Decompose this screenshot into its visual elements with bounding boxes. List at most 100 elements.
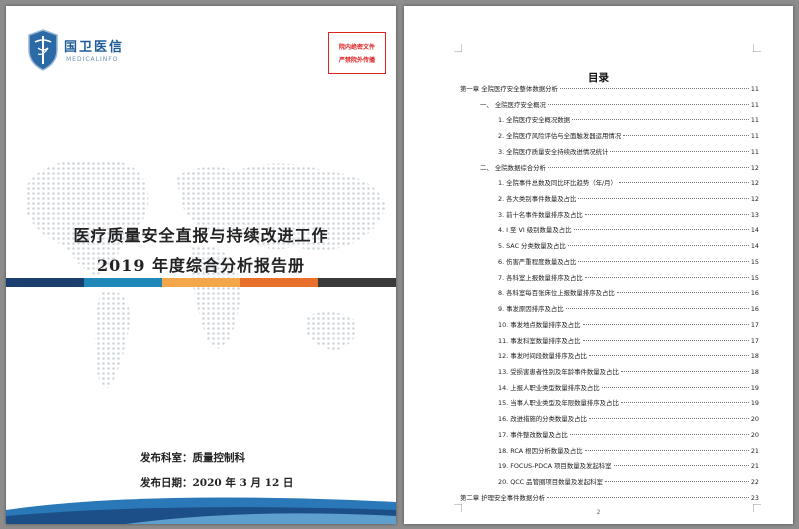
toc-entry[interactable]: 12. 事发时间段数量排序及占比 18 — [460, 349, 759, 365]
toc-leader-dots — [588, 355, 749, 357]
toc-leader-dots — [578, 260, 749, 262]
toc-entry-page: 14 — [750, 242, 759, 251]
toc-leader-dots — [569, 433, 749, 435]
toc-entry-page: 15 — [750, 273, 759, 282]
toc-entry-page: 21 — [750, 446, 759, 455]
toc-entry-label: 6. 伤害严重程度数量及占比 — [498, 257, 577, 266]
toc-entry[interactable]: 20. QCC 品管圈项目数量及发起科室 22 — [460, 475, 759, 491]
toc-leader-dots — [610, 150, 749, 152]
toc-entry-label: 9. 事发原因排序及占比 — [498, 305, 564, 314]
toc-entry-page: 12 — [750, 195, 759, 204]
toc-entry[interactable]: 3. 前十名事件数量排序及占比 13 — [460, 208, 759, 224]
strip-segment — [84, 278, 162, 287]
logo-subtext: MEDICALINFO — [66, 56, 119, 63]
toc-leader-dots — [567, 245, 749, 247]
toc-entry[interactable]: 4. I 至 VI 级别数量及占比 14 — [460, 223, 759, 239]
corner-mark — [454, 44, 462, 52]
toc-entry-label: 2. 各大类别事件数量及占比 — [498, 195, 577, 204]
toc-entry-page: 22 — [750, 477, 759, 486]
toc-entry[interactable]: 一、 全院医疗安全概况 11 — [460, 98, 759, 114]
toc-entry-page: 11 — [750, 132, 759, 141]
toc-leader-dots — [547, 166, 749, 168]
toc-entry[interactable]: 第一章 全院医疗安全整体数据分析 11 — [460, 82, 759, 98]
toc-entry-page: 20 — [750, 430, 759, 439]
toc-entry-label: 1. 全院事件总数及同比环比趋势（年/月） — [498, 179, 617, 188]
toc-entry[interactable]: 16. 改进措施的分类数量及占比 20 — [460, 412, 759, 428]
color-strip — [6, 278, 396, 287]
toc-entry-page: 20 — [750, 415, 759, 424]
toc-entry-label: 二、 全院数据综合分析 — [480, 163, 546, 172]
toc-entry-label: 14. 上报人职业类型数量排序及占比 — [498, 383, 600, 392]
toc-entry[interactable]: 第二章 护理安全事件数据分析 23 — [460, 491, 759, 507]
toc-entry-label: 3. 前十名事件数量排序及占比 — [498, 210, 583, 219]
toc-entry[interactable]: 14. 上报人职业类型数量排序及占比 19 — [460, 381, 759, 397]
toc-entry-label: 一、 全院医疗安全概况 — [480, 100, 546, 109]
toc-entry-page: 18 — [750, 367, 759, 376]
toc-entry[interactable]: 5. SAC 分类数量及占比 14 — [460, 239, 759, 255]
toc-entry[interactable]: 13. 受损害患者性别及年龄事件数量及占比 18 — [460, 365, 759, 381]
toc-leader-dots — [547, 496, 749, 498]
toc-entry[interactable]: 19. FOCUS-PDCA 项目数量及发起科室 21 — [460, 459, 759, 475]
corner-mark — [753, 44, 761, 52]
toc-entry-label: 12. 事发时间段数量排序及占比 — [498, 352, 587, 361]
toc-entry-page: 19 — [750, 399, 759, 408]
toc-leader-dots — [559, 88, 749, 89]
toc-entry-page: 16 — [750, 305, 759, 314]
toc-entry-label: 第二章 护理安全事件数据分析 — [460, 493, 546, 502]
toc-entry[interactable]: 7. 各科室上报数量排序及占比 15 — [460, 271, 759, 287]
toc-entry[interactable]: 1. 全院事件总数及同比环比趋势（年/月） 12 — [460, 176, 759, 192]
toc-entry-page: 17 — [750, 336, 759, 345]
toc-entry[interactable]: 1. 全院医疗安全概况数据 11 — [460, 113, 759, 129]
toc-entry-page: 12 — [750, 179, 759, 188]
toc-entry-label: 19. FOCUS-PDCA 项目数量及发起科室 — [498, 462, 612, 471]
toc-entry-page: 15 — [750, 257, 759, 266]
toc-entry[interactable]: 8. 各科室每百张床位上报数量排序及占比 16 — [460, 286, 759, 302]
toc-entry-label: 1. 全院医疗安全概况数据 — [498, 116, 571, 125]
toc-entry[interactable]: 2. 各大类别事件数量及占比 12 — [460, 192, 759, 208]
toc-leader-dots — [582, 323, 749, 325]
toc-leader-dots — [573, 229, 749, 231]
toc-entry-label: 3. 全院医疗质量安全持续改进情况统计 — [498, 147, 609, 156]
cover-title-line-1: 医疗质量安全直报与持续改进工作 — [73, 226, 329, 245]
toc-entry-page: 11 — [750, 85, 759, 93]
toc-entry[interactable]: 3. 全院医疗质量安全持续改进情况统计 11 — [460, 145, 759, 161]
toc-entry-label: 8. 各科室每百张床位上报数量排序及占比 — [498, 289, 615, 298]
toc-leader-dots — [578, 198, 749, 200]
shield-logo-icon — [28, 29, 58, 71]
toc-entry-label: 13. 受损害患者性别及年龄事件数量及占比 — [498, 367, 619, 376]
toc-entry[interactable]: 2. 全院医疗风险评估与全面触发器运用情况 11 — [460, 129, 759, 145]
toc-entry-page: 23 — [750, 493, 759, 502]
toc-entry[interactable]: 18. RCA 根因分析数量及占比 21 — [460, 444, 759, 460]
toc-leader-dots — [613, 465, 749, 467]
toc-entry-label: 15. 当事人职业类型及年限数量排序及占比 — [498, 399, 619, 408]
toc-entry[interactable]: 15. 当事人职业类型及年限数量排序及占比 19 — [460, 396, 759, 412]
toc-entry[interactable]: 6. 伤害严重程度数量及占比 15 — [460, 255, 759, 271]
toc-entry-label: 11. 事发科室数量排序及占比 — [498, 336, 581, 345]
toc-entry-page: 16 — [750, 289, 759, 298]
toc-leader-dots — [588, 418, 749, 420]
toc-leader-dots — [623, 135, 749, 137]
toc-entry[interactable]: 9. 事发原因排序及占比 16 — [460, 302, 759, 318]
toc-leader-dots — [618, 182, 749, 184]
toc-entry-page: 11 — [750, 147, 759, 156]
publisher: 发布科室：质量控制科 — [140, 452, 245, 464]
toc-entry-label: 5. SAC 分类数量及占比 — [498, 242, 566, 251]
toc-entry-label: 17. 事件整改数量及占比 — [498, 430, 568, 439]
page-number: 2 — [596, 509, 601, 516]
logo: 国卫医信 MEDICALINFO — [26, 28, 136, 78]
toc-entry-page: 17 — [750, 320, 759, 329]
blue-swoosh-graphic — [6, 497, 396, 524]
toc-entry[interactable]: 二、 全院数据综合分析 12 — [460, 161, 759, 177]
toc-entry-page: 11 — [750, 100, 759, 109]
toc-entry[interactable]: 17. 事件整改数量及占比 20 — [460, 428, 759, 444]
toc-leader-dots — [584, 449, 749, 451]
toc-entry[interactable]: 10. 事发地点数量排序及占比 17 — [460, 318, 759, 334]
toc-leader-dots — [616, 292, 749, 294]
toc-entry-label: 第一章 全院医疗安全整体数据分析 — [460, 85, 558, 93]
strip-segment — [162, 278, 240, 287]
toc-entry-page: 14 — [750, 226, 759, 235]
toc-page: 目录 第一章 全院医疗安全整体数据分析 11 一、 全院医疗安全概况 11 1. 全院医… — [404, 6, 793, 524]
toc-entry[interactable]: 11. 事发科室数量排序及占比 17 — [460, 334, 759, 350]
stamp-line-2: 严禁院外传播 — [338, 57, 375, 64]
toc-leader-dots — [601, 386, 749, 388]
